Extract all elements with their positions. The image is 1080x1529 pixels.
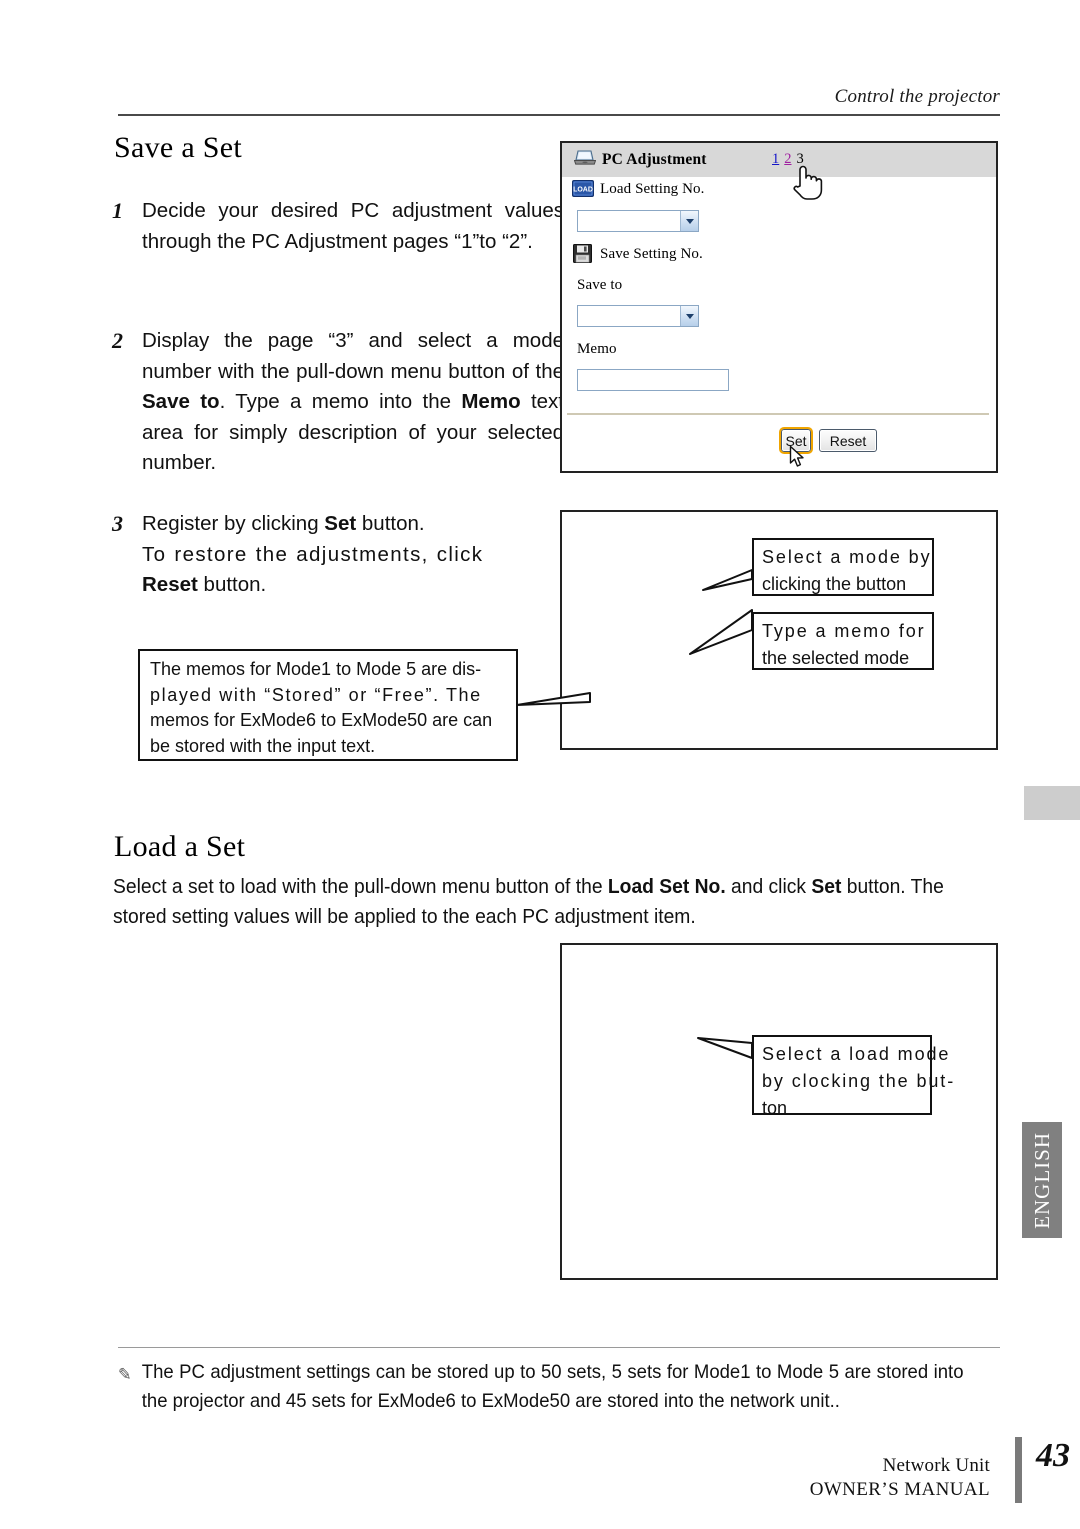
memo-label: Memo [577,341,617,357]
load-para-bold-load-set-no: Load Set No. [607,875,726,898]
footnote-rule [118,1347,1000,1348]
load-setting-no-label: Load Setting No. [600,181,705,197]
footer-network-unit: Network Unit [882,1455,990,1476]
arrow-cursor-icon [789,445,807,474]
load-setting-no-select[interactable] [577,210,699,232]
panel-divider [567,413,989,415]
load-icon: LOAD [572,180,594,202]
step-2-bold-memo: Memo [461,390,521,413]
callout-load-line3: ton [762,1098,788,1118]
callout-type-memo: Type a memo for the selected mode [752,612,934,670]
footer-divider-bar [1015,1437,1022,1503]
callout-type-memo-line2: the selected mode [762,648,910,668]
page-tab-english: ENGLISH [1022,1122,1062,1238]
laptop-icon [573,149,597,172]
page-footer: Network Unit OWNER’S MANUAL [810,1455,990,1501]
save-setting-no-label: Save Setting No. [600,246,703,262]
step-3-bold-reset: Reset [142,573,198,596]
load-para-lead: Select a set to load with the pull-down … [113,875,608,898]
step-3-text: Register by clicking Set button. [112,509,564,540]
save-to-label: Save to [577,277,623,293]
callout-select-load-mode: Select a load mode by clocking the but- … [752,1035,956,1118]
footnote: ✎ The PC adjustment settings can be stor… [118,1358,964,1416]
hand-cursor-icon [790,160,824,205]
callout-load-line1: Select a load mode [762,1044,951,1064]
callout-memos-line2: played with “Stored” or “Free”. The [150,684,482,705]
callout-load-line2: by clocking the but- [762,1071,956,1091]
page-link-1[interactable]: 1 [772,151,779,167]
load-para-bold-set: Set [811,875,842,898]
step-3-number: 3 [112,511,123,536]
save-to-select[interactable] [577,305,699,327]
callout-leader-memos-note [516,692,591,706]
header-rule [118,114,1000,116]
page-tab-blank [1024,786,1080,820]
step-3-lead: Register by clicking [142,512,325,535]
page-number: 43 [1036,1437,1070,1474]
footnote-text: The PC adjustment settings can be stored… [141,1361,964,1412]
load-para-mid: and click [725,875,812,898]
step-3-sub-tail: button. [197,573,267,596]
callout-memos-line3: memos for ExMode6 to ExMode50 are can [150,710,493,730]
callout-memos-note: The memos for Mode1 to Mode 5 are dis- p… [138,649,518,761]
running-head: Control the projector [834,86,1000,107]
step-3-subline-2: Reset button. [112,570,564,601]
load-a-set-paragraph: Select a set to load with the pull-down … [113,872,950,932]
panel-title-text: PC Adjustment [602,151,707,168]
step-2-lead: Display the page “3” and select a mode n… [142,329,564,383]
step-2-mid: . Type a memo into the [219,390,462,413]
svg-text:LOAD: LOAD [573,187,593,194]
section-title-save-a-set: Save a Set [114,131,242,164]
step-3-bold-set: Set [324,512,357,535]
step-2-bold-save-to: Save to [142,390,220,413]
reset-button[interactable]: Reset [819,429,877,452]
callout-memos-line1: The memos for Mode1 to Mode 5 are dis- [150,659,482,679]
callout-memos-line4: be stored with the input text. [150,735,376,756]
step-2-text: Display the page “3” and select a mode n… [112,326,564,479]
step-1-number: 1 [112,198,123,223]
chevron-down-icon[interactable] [680,211,698,231]
floppy-disk-icon [573,244,592,268]
footer-owners-manual: OWNER’S MANUAL [809,1479,990,1500]
memo-input[interactable] [577,369,729,391]
panel-titlebar: PC Adjustment 123 [562,143,996,177]
pencil-note-icon: ✎ [118,1365,132,1384]
step-3: 3 Register by clicking Set button. To re… [112,509,564,601]
chevron-down-icon[interactable] [680,306,698,326]
step-3-tail: button. [356,512,425,535]
step-2-number: 2 [112,328,123,353]
step-1: 1 Decide your desired PC adjustment valu… [112,196,564,257]
section-title-load-a-set: Load a Set [114,830,246,863]
callout-type-memo-line1: Type a memo for [762,621,926,641]
page-tab-english-label: ENGLISH [1029,1131,1054,1229]
step-2: 2 Display the page “3” and select a mode… [112,326,564,479]
step-1-text: Decide your desired PC adjustment values… [142,199,564,253]
step-3-subline-1: To restore the adjustments, click [142,542,484,566]
